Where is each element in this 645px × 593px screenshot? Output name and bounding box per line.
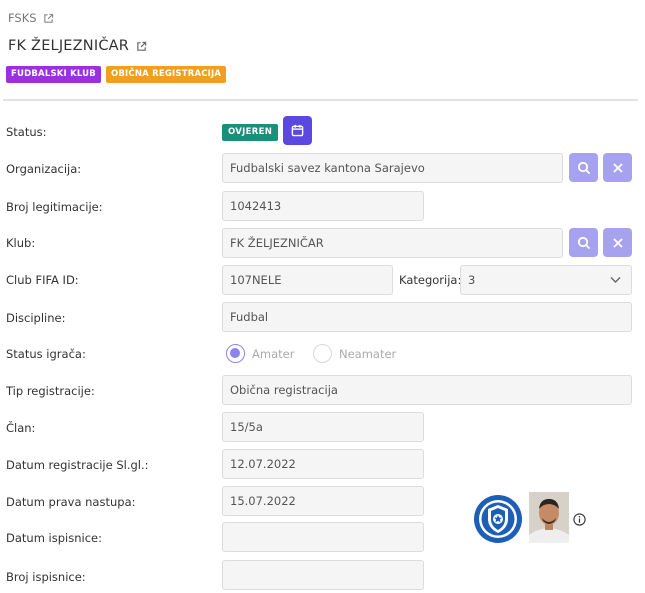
kategorija-label: Kategorija:	[399, 273, 462, 287]
organizacija-label: Organizacija:	[6, 162, 82, 176]
klub-clear-button[interactable]	[603, 228, 632, 257]
breadcrumb[interactable]: FSKS	[8, 11, 54, 25]
broj-ispisnice-label: Broj ispisnice:	[6, 570, 86, 584]
radio-amater-indicator[interactable]	[226, 344, 245, 363]
kategorija-value: 3	[468, 273, 476, 287]
close-icon	[612, 237, 623, 248]
calendar-button[interactable]	[283, 116, 312, 145]
datum-ispisnice-label: Datum ispisnice:	[6, 531, 102, 545]
external-link-icon[interactable]	[43, 13, 54, 24]
klub-label: Klub:	[6, 236, 36, 250]
broj-ispisnice-field[interactable]	[222, 560, 424, 590]
organizacija-search-button[interactable]	[569, 153, 598, 182]
datum-registracije-label: Datum registracije Sl.gl.:	[6, 458, 149, 472]
radio-amater-label: Amater	[252, 346, 295, 361]
close-icon	[612, 162, 623, 173]
badge-group: FUDBALSKI KLUB OBIČNA REGISTRACIJA	[6, 66, 227, 83]
calendar-icon	[291, 124, 304, 137]
datum-registracije-field[interactable]: 12.07.2022	[222, 449, 424, 479]
radio-neamater-indicator[interactable]	[313, 344, 332, 363]
radio-amater[interactable]: Amater	[226, 344, 294, 363]
discipline-field[interactable]: Fudbal	[222, 302, 632, 332]
klub-search-button[interactable]	[569, 228, 598, 257]
tip-registracije-field[interactable]: Obična registracija	[222, 375, 632, 405]
header-divider	[3, 99, 638, 101]
status-igraca-label: Status igrača:	[6, 347, 86, 361]
datum-ispisnice-field[interactable]	[222, 522, 424, 552]
club-fifa-id-field[interactable]: 107NELE	[222, 265, 393, 295]
discipline-label: Discipline:	[6, 311, 66, 325]
radio-neamater-label: Neamater	[339, 346, 397, 361]
organizacija-field[interactable]: Fudbalski savez kantona Sarajevo	[222, 153, 563, 183]
kategorija-select[interactable]: 3	[460, 265, 632, 295]
page-title: FK ŽELJEZNIČAR	[8, 38, 147, 54]
search-icon	[577, 236, 590, 249]
clan-label: Član:	[6, 421, 36, 435]
club-fifa-id-label: Club FIFA ID:	[6, 273, 79, 287]
tip-registracije-label: Tip registracije:	[6, 384, 95, 398]
chevron-down-icon	[610, 277, 621, 283]
club-crest-logo	[474, 495, 522, 543]
radio-neamater[interactable]: Neamater	[313, 344, 396, 363]
breadcrumb-label[interactable]: FSKS	[8, 11, 37, 25]
status-badge: OVJEREN	[222, 124, 279, 141]
clan-field[interactable]: 15/5a	[222, 412, 424, 442]
broj-legitimacije-field[interactable]: 1042413	[222, 191, 424, 221]
club-type-badge: FUDBALSKI KLUB	[6, 66, 101, 83]
player-photo	[529, 492, 569, 543]
external-link-icon[interactable]	[136, 41, 147, 52]
organizacija-clear-button[interactable]	[603, 153, 632, 182]
broj-legitimacije-label: Broj legitimacije:	[6, 200, 103, 214]
search-icon	[577, 161, 590, 174]
klub-field[interactable]: FK ŽELJEZNIČAR	[222, 228, 563, 258]
datum-prava-nastupa-label: Datum prava nastupa:	[6, 495, 136, 509]
status-label: Status:	[6, 125, 47, 139]
info-icon[interactable]	[573, 513, 586, 526]
page-title-text: FK ŽELJEZNIČAR	[8, 38, 130, 54]
registration-type-badge: OBIČNA REGISTRACIJA	[105, 66, 227, 83]
datum-prava-nastupa-field[interactable]: 15.07.2022	[222, 486, 424, 516]
